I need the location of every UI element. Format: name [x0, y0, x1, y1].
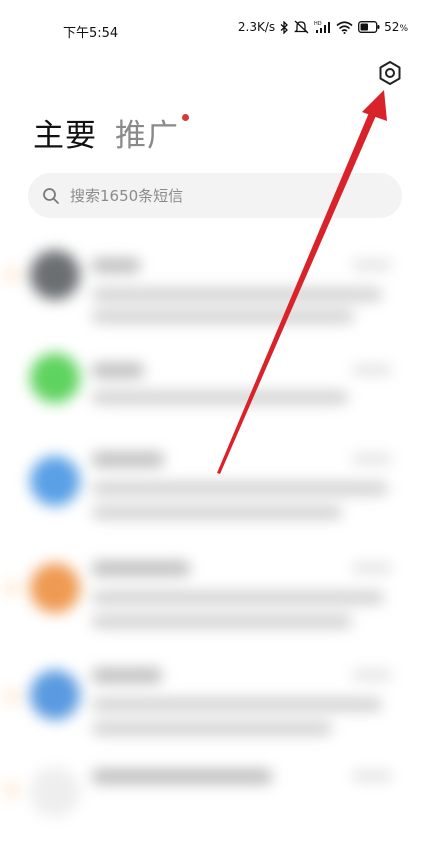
unread-marker: [6, 690, 18, 704]
sender-name: [92, 561, 190, 576]
status-icons: 2.3K/s HD 52%: [238, 20, 408, 34]
search-icon: [43, 187, 59, 204]
wifi-icon: [336, 20, 353, 34]
message-preview: [92, 591, 384, 604]
message-time: [352, 670, 392, 680]
battery-unit: %: [399, 24, 408, 34]
message-time: [352, 771, 392, 781]
gear-icon: [379, 61, 401, 85]
avatar: [30, 250, 80, 300]
avatar: [30, 563, 80, 613]
list-item[interactable]: [0, 438, 430, 541]
list-item[interactable]: [0, 541, 430, 644]
message-time: [352, 563, 392, 573]
message-preview: [92, 310, 354, 323]
list-item[interactable]: [0, 747, 430, 850]
avatar: [30, 767, 80, 817]
list-item[interactable]: [0, 335, 430, 438]
unread-marker: [6, 268, 18, 282]
search-placeholder: 搜索1650条短信: [70, 187, 184, 205]
tab-promotions-label: 推广: [115, 118, 179, 154]
avatar: [30, 456, 80, 506]
list-item[interactable]: [0, 644, 430, 747]
message-preview: [92, 698, 382, 711]
battery-icon: [358, 21, 380, 33]
message-preview: [92, 288, 382, 301]
unread-marker: [6, 581, 18, 595]
message-preview: [92, 615, 352, 628]
sender-name: [92, 363, 144, 378]
message-preview: [92, 722, 332, 735]
message-list: [0, 232, 430, 850]
header-tabs: 主要 推广: [33, 110, 189, 155]
list-item[interactable]: [0, 232, 430, 335]
message-preview: [92, 482, 388, 495]
avatar: [30, 353, 80, 403]
battery: 52%: [358, 20, 408, 34]
search-input[interactable]: 搜索1650条短信: [28, 173, 402, 218]
tab-promotions[interactable]: 推广: [115, 110, 189, 155]
message-time: [352, 260, 392, 270]
hd-signal-icon: HD: [314, 21, 331, 33]
settings-button[interactable]: [377, 60, 403, 86]
bluetooth-icon: [280, 20, 289, 34]
status-bar: 下午5:54 2.3K/s HD 52%: [0, 0, 430, 56]
unread-badge: [182, 114, 189, 121]
battery-level: 52: [384, 20, 400, 34]
message-time: [352, 365, 392, 375]
message-preview: [92, 506, 342, 519]
sender-name: [92, 258, 140, 273]
mute-icon: [294, 20, 309, 34]
message-time: [352, 454, 392, 464]
sender-name: [92, 769, 272, 784]
sender-name: [92, 452, 164, 467]
svg-text:HD: HD: [314, 21, 322, 27]
sender-name: [92, 668, 162, 683]
avatar: [30, 670, 80, 720]
status-time: 下午5:54: [63, 26, 119, 41]
unread-marker: [6, 783, 18, 797]
tab-main[interactable]: 主要: [33, 110, 97, 155]
network-speed: 2.3K/s: [237, 20, 276, 34]
message-preview: [92, 391, 348, 404]
